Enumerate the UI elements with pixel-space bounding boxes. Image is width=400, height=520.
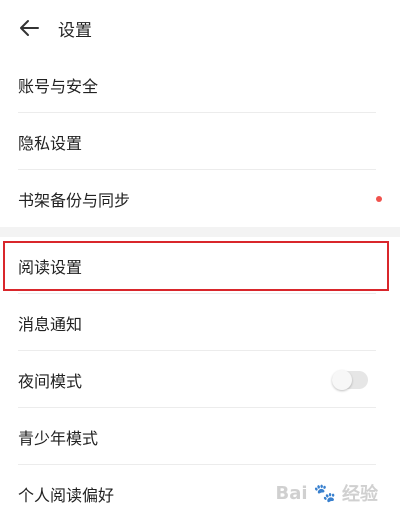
menu-item-teen-mode[interactable]: 青少年模式: [0, 408, 400, 465]
menu-item-account-security[interactable]: 账号与安全: [0, 56, 400, 113]
menu-item-label: 消息通知: [18, 314, 83, 334]
toggle-knob: [332, 369, 352, 390]
settings-group-reading: 阅读设置 消息通知 夜间模式 青少年模式 个人阅读偏好: [0, 237, 400, 520]
notification-dot-badge: [376, 195, 382, 202]
settings-group-account: 账号与安全 隐私设置 书架备份与同步: [0, 56, 400, 227]
menu-item-label: 阅读设置: [18, 257, 83, 277]
menu-item-bookshelf-backup[interactable]: 书架备份与同步: [0, 170, 400, 227]
settings-page: 设置 账号与安全 隐私设置 书架备份与同步 阅读设置 消息通知 夜间模式 青少年…: [0, 0, 400, 520]
menu-item-privacy[interactable]: 隐私设置: [0, 113, 400, 170]
arrow-left-icon[interactable]: [18, 17, 40, 39]
menu-item-label: 个人阅读偏好: [18, 485, 115, 505]
page-title: 设置: [58, 20, 92, 41]
section-divider: [0, 227, 400, 237]
menu-item-label: 账号与安全: [18, 76, 99, 96]
menu-item-label: 青少年模式: [18, 428, 99, 448]
menu-item-reading-settings[interactable]: 阅读设置: [0, 237, 400, 294]
menu-item-label: 书架备份与同步: [18, 190, 131, 210]
menu-item-label: 隐私设置: [18, 133, 83, 153]
menu-item-night-mode: 夜间模式: [0, 351, 400, 408]
menu-item-notifications[interactable]: 消息通知: [0, 294, 400, 351]
night-mode-toggle[interactable]: [332, 369, 368, 390]
menu-item-label: 夜间模式: [18, 371, 83, 391]
header-bar: 设置: [0, 0, 400, 56]
menu-item-reading-preference[interactable]: 个人阅读偏好: [0, 465, 400, 520]
